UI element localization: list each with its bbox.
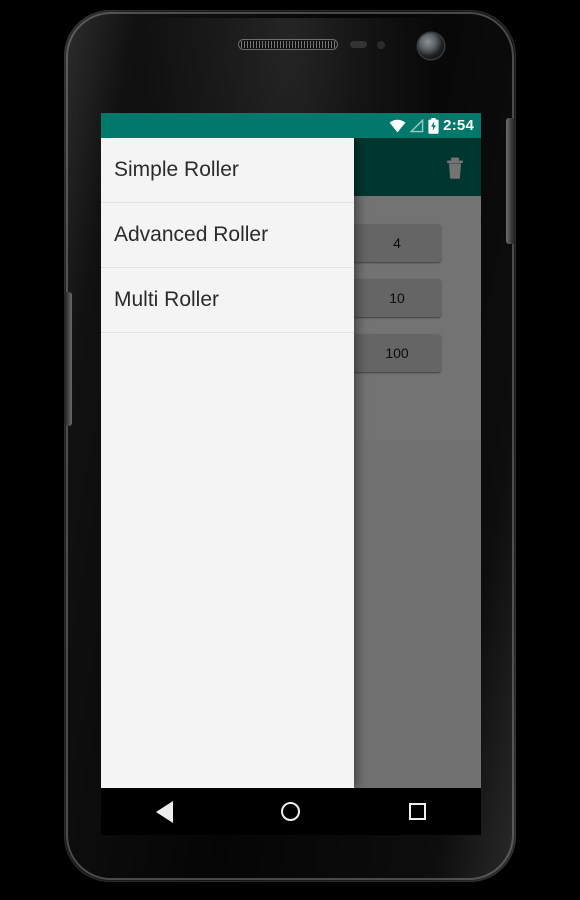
drawer-item-multi-roller[interactable]: Multi Roller xyxy=(101,268,354,333)
drawer-item-label: Multi Roller xyxy=(114,288,220,311)
volume-button[interactable] xyxy=(64,292,72,426)
drawer-item-advanced-roller[interactable]: Advanced Roller xyxy=(101,203,354,268)
navigation-bar xyxy=(101,788,481,835)
power-button[interactable] xyxy=(506,118,515,244)
earpiece-mesh xyxy=(241,41,335,48)
nav-home-button[interactable] xyxy=(263,792,319,832)
front-camera xyxy=(418,33,444,59)
recents-square-icon xyxy=(409,803,427,820)
drawer-item-simple-roller[interactable]: Simple Roller xyxy=(101,138,354,203)
ambient-light-sensor xyxy=(377,41,385,49)
nav-recents-button[interactable] xyxy=(390,792,446,832)
proximity-sensor xyxy=(350,41,367,48)
signal-icon xyxy=(410,118,424,132)
status-icons xyxy=(389,117,439,134)
drawer-item-label: Advanced Roller xyxy=(114,223,269,246)
status-bar: 2:54 xyxy=(101,113,481,138)
navigation-drawer: Simple Roller Advanced Roller Multi Roll… xyxy=(101,138,354,788)
wifi-icon xyxy=(389,119,406,132)
back-triangle-icon xyxy=(155,800,173,823)
phone-screen: 4 10 100 Simple Roller Advanced Roller M… xyxy=(101,113,481,788)
status-clock: 2:54 xyxy=(443,117,474,134)
drawer-item-label: Simple Roller xyxy=(114,158,239,181)
nav-back-button[interactable] xyxy=(136,792,192,832)
battery-charging-icon xyxy=(428,117,439,134)
home-circle-icon xyxy=(281,802,301,821)
earpiece-speaker xyxy=(238,39,338,50)
